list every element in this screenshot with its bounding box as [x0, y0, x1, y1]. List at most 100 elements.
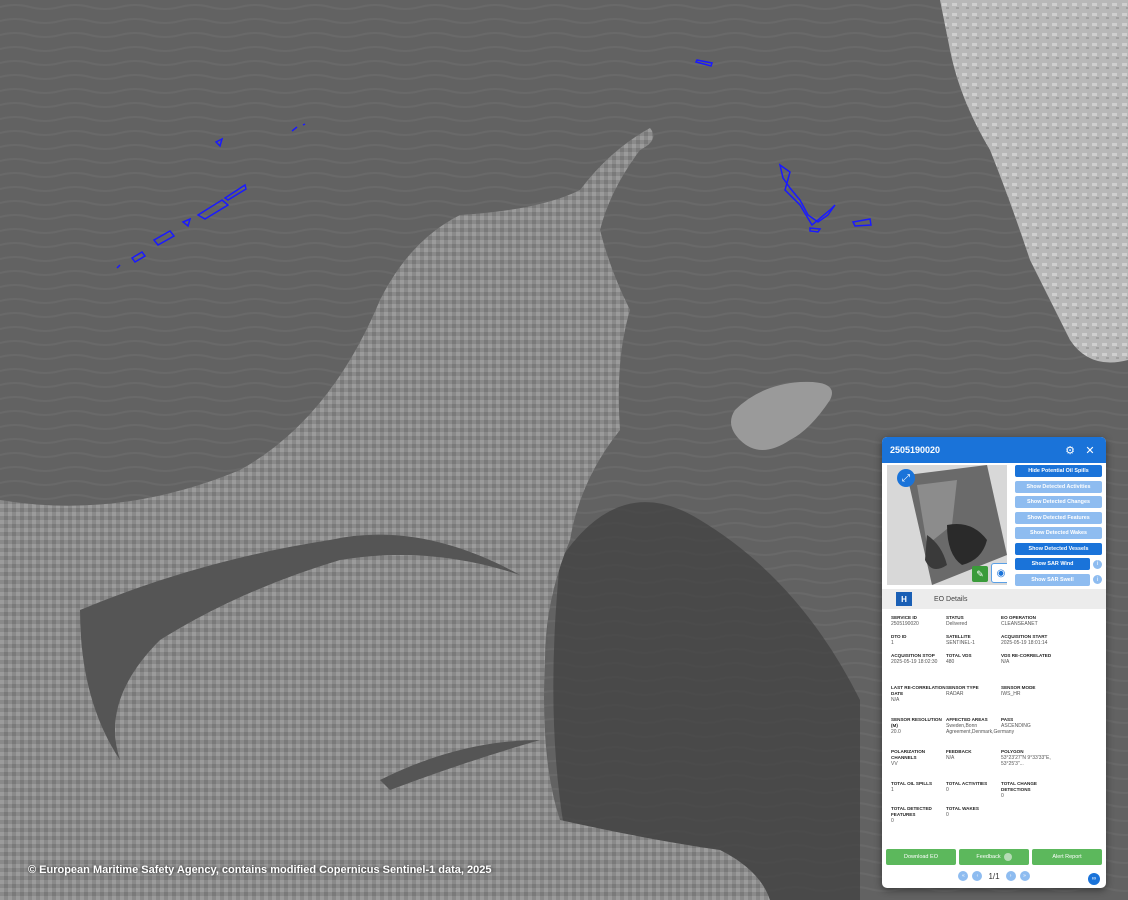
- detail-value: RADAR: [946, 690, 964, 697]
- detail-cell: STATUS Delivered: [946, 615, 1001, 634]
- close-icon[interactable]: ✕: [1082, 444, 1098, 457]
- eo-thumbnail[interactable]: ⤢ ✎ ◉: [887, 465, 1007, 585]
- detail-value: ASCENDING: [1001, 722, 1031, 729]
- detail-cell: ACQUISITION STOP 2025-05-19 18:02:30: [891, 653, 946, 685]
- expand-icon[interactable]: ⤢: [897, 469, 915, 487]
- detail-cell: VDS RE-CORRELATED N/A: [1001, 653, 1056, 685]
- detail-cell: FEEDBACK N/A: [946, 749, 1001, 781]
- detail-value: CLEANSEANET: [1001, 620, 1038, 627]
- hide-oil-spills-button[interactable]: Hide Potential Oil Spills: [1015, 465, 1102, 477]
- detail-key: TOTAL CHANGE DETECTIONS: [1001, 781, 1037, 792]
- page-indicator: 1/1: [988, 871, 1000, 881]
- detail-cell: POLARIZATION CHANNELS VV: [891, 749, 946, 781]
- edit-icon[interactable]: ✎: [972, 566, 988, 582]
- show-vessels-button[interactable]: Show Detected Vessels: [1015, 542, 1102, 555]
- detail-cell: PASS ASCENDING: [1001, 717, 1056, 749]
- detail-cell: TOTAL DETECTED FEATURES 0: [891, 806, 946, 830]
- details-row: TOTAL DETECTED FEATURES 0 TOTAL WAKES 0: [891, 806, 1101, 830]
- link-icon[interactable]: ∞: [1088, 873, 1100, 885]
- detail-value: 2025-05-19 18:01:14: [1001, 639, 1048, 646]
- show-sar-swell-button[interactable]: Show SAR Swell: [1015, 573, 1090, 586]
- download-eo-label: Download EO: [904, 854, 938, 860]
- detail-key: SENSOR RESOLUTION (M): [891, 717, 942, 728]
- detail-key: LAST RE-CORRELATION DATE: [891, 685, 946, 696]
- detail-cell: SENSOR MODE IWS_HR: [1001, 685, 1056, 717]
- panel-header: 2505190020 ⚙ ✕: [882, 437, 1106, 463]
- detail-key: TOTAL DETECTED FEATURES: [891, 806, 932, 817]
- detail-value: VV: [891, 760, 898, 767]
- detail-value: N/A: [1001, 658, 1010, 665]
- sar-swell-row: Show SAR Swell i: [1015, 573, 1102, 590]
- detail-value: 1: [891, 639, 894, 646]
- detail-value: Delivered: [946, 620, 968, 627]
- download-eo-button[interactable]: Download EO: [886, 849, 956, 865]
- show-features-button[interactable]: Show Detected Features: [1015, 511, 1102, 524]
- show-sar-wind-button[interactable]: Show SAR Wind: [1015, 558, 1090, 570]
- detail-cell: DTO ID 1: [891, 634, 946, 653]
- show-changes-button[interactable]: Show Detected Changes: [1015, 496, 1102, 508]
- camera-icon[interactable]: ◉: [991, 563, 1007, 583]
- detail-value: 53°23'27"N 9°33'33"E, 53°25'3"...: [1001, 754, 1051, 768]
- alert-report-button[interactable]: Alert Report: [1032, 849, 1102, 865]
- feedback-button[interactable]: Feedback: [959, 849, 1029, 865]
- detail-cell: EO OPERATION CLEANSEANET: [1001, 615, 1056, 634]
- eo-details-grid: SERVICE ID 2505190020 STATUS Delivered EO OP…: [891, 615, 1101, 830]
- eo-details-panel: 2505190020 ⚙ ✕ ⤢ ✎ ◉ Hide Potential Oil …: [882, 437, 1106, 888]
- details-row: LAST RE-CORRELATION DATE N/A SENSOR TYPE RA…: [891, 685, 1101, 717]
- detail-cell: LAST RE-CORRELATION DATE N/A: [891, 685, 946, 717]
- feedback-toggle-icon: [1003, 853, 1012, 861]
- detail-value: 480: [946, 658, 955, 665]
- first-page-icon[interactable]: «: [958, 871, 969, 881]
- section-title: EO Details: [934, 595, 968, 603]
- info-icon[interactable]: i: [1093, 575, 1102, 584]
- detail-cell: TOTAL CHANGE DETECTIONS 0: [1001, 781, 1056, 806]
- details-row: SENSOR RESOLUTION (M) 20.0 AFFECTED AREAS S…: [891, 717, 1101, 749]
- show-activities-button[interactable]: Show Detected Activities: [1015, 480, 1102, 493]
- detail-value: SENTINEL-1: [946, 639, 975, 646]
- info-icon[interactable]: i: [1093, 559, 1102, 569]
- show-wakes-button[interactable]: Show Detected Wakes: [1015, 527, 1102, 539]
- detail-value: N/A: [946, 754, 955, 761]
- detail-cell: SENSOR TYPE RADAR: [946, 685, 1001, 717]
- detail-cell: SATELLITE SENTINEL-1: [946, 634, 1001, 653]
- detail-cell: [1001, 806, 1056, 830]
- eo-details-section: H EO Details: [882, 589, 1106, 609]
- preview-area: ⤢ ✎ ◉ Hide Potential Oil Spills Show Det…: [882, 463, 1106, 589]
- details-row: TOTAL OIL SPILLS 1 TOTAL ACTIVITIES 0 TOTAL …: [891, 781, 1101, 806]
- detail-cell: ACQUISITION START 2025-05-19 18:01:14: [1001, 634, 1056, 653]
- pager: « ‹ 1/1 › »: [882, 871, 1106, 881]
- emsa-logo-icon: H: [896, 592, 912, 606]
- detail-key: POLARIZATION CHANNELS: [891, 749, 926, 760]
- feedback-label: Feedback: [976, 854, 1001, 860]
- gear-icon[interactable]: ⚙: [1062, 444, 1078, 457]
- details-row: SERVICE ID 2505190020 STATUS Delivered EO OP…: [891, 615, 1101, 634]
- detail-value: 0: [1001, 792, 1004, 799]
- details-row: ACQUISITION STOP 2025-05-19 18:02:30 TOTAL…: [891, 653, 1101, 685]
- detail-cell: TOTAL VDS 480: [946, 653, 1001, 685]
- action-buttons: Download EO Feedback Alert Report: [886, 849, 1102, 865]
- last-page-icon[interactable]: »: [1019, 871, 1030, 881]
- details-row: POLARIZATION CHANNELS VV FEEDBACK N/A POLYGO…: [891, 749, 1101, 781]
- detail-value: 2025-05-19 18:02:30: [891, 658, 938, 665]
- detail-value: 0: [891, 817, 894, 824]
- prev-page-icon[interactable]: ‹: [972, 871, 983, 881]
- detail-value: 20.0: [891, 728, 901, 735]
- details-row: DTO ID 1 SATELLITE SENTINEL-1 ACQUISITION ST…: [891, 634, 1101, 653]
- detail-cell: SERVICE ID 2505190020: [891, 615, 946, 634]
- detail-value: 1: [891, 786, 894, 793]
- sar-wind-row: Show SAR Wind i: [1015, 558, 1102, 574]
- detail-value: N/A: [891, 696, 900, 703]
- alert-report-label: Alert Report: [1052, 854, 1082, 860]
- detail-cell: TOTAL WAKES 0: [946, 806, 1001, 830]
- detail-cell: TOTAL ACTIVITIES 0: [946, 781, 1001, 806]
- detail-value: IWS_HR: [1001, 690, 1021, 697]
- detail-cell: SENSOR RESOLUTION (M) 20.0: [891, 717, 946, 749]
- map-credit: © European Maritime Safety Agency, conta…: [28, 864, 492, 876]
- detail-value: 0: [946, 786, 949, 793]
- detail-key: VDS RE-CORRELATED: [1001, 653, 1052, 658]
- detail-cell: TOTAL OIL SPILLS 1: [891, 781, 946, 806]
- detail-cell: AFFECTED AREAS Sweden,Bonn Agreement,Denm…: [946, 717, 1014, 749]
- panel-title: 2505190020: [890, 445, 941, 455]
- next-page-icon[interactable]: ›: [1005, 871, 1016, 881]
- detail-value: 0: [946, 811, 949, 818]
